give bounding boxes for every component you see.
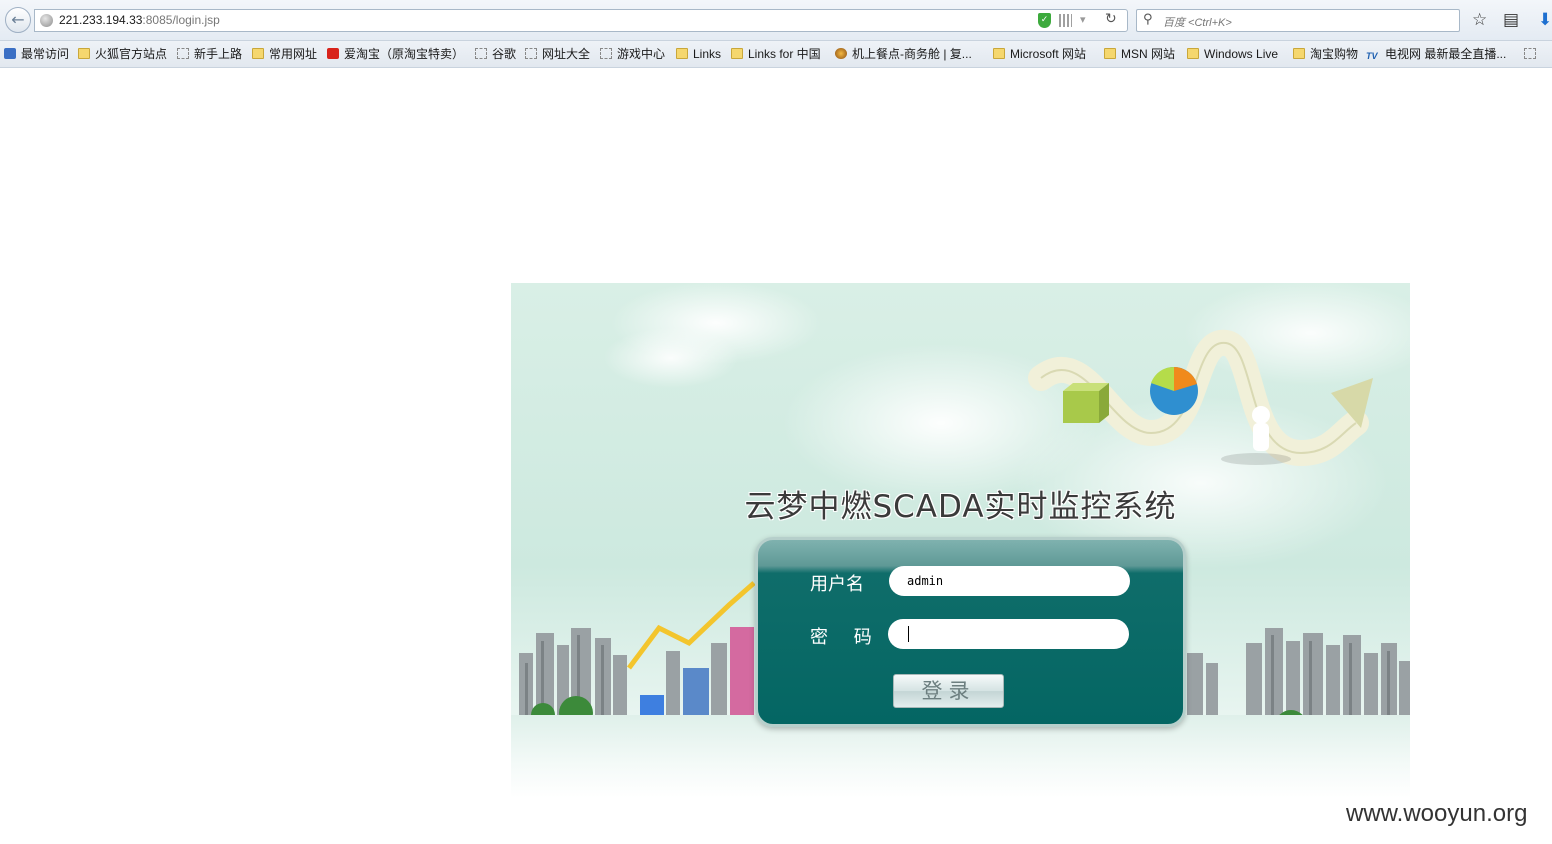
bookmark-item[interactable]: 最常访问 [4, 46, 69, 62]
folder-icon [1187, 48, 1199, 59]
folder-icon [676, 48, 688, 59]
bookmark-item[interactable]: 火狐官方站点 [78, 46, 167, 62]
bookmark-label: 爱淘宝（原淘宝特卖） [344, 47, 465, 61]
text-caret [908, 626, 909, 642]
password-label: 密 码 [810, 627, 882, 648]
security-shield-icon[interactable]: ✓ [1038, 13, 1051, 28]
downloads-icon[interactable]: ⬇ [1538, 9, 1552, 31]
orb-icon [835, 48, 847, 59]
username-label: 用户名 [810, 574, 864, 595]
bookmark-item[interactable]: Links for 中国 [731, 46, 821, 62]
url-text: 221.233.194.33:8085/login.jsp [59, 13, 220, 27]
bookmark-label: 最常访问 [21, 47, 70, 61]
bookmarks-toolbar: 最常访问 火狐官方站点 新手上路 常用网址 爱淘宝（原淘宝特卖） 谷歌 网址大全 游戏中心 Li… [0, 41, 1552, 68]
red-icon [327, 48, 339, 59]
watermark: www.wooyun.org [1346, 800, 1528, 827]
address-bar[interactable]: 221.233.194.33:8085/login.jsp ✓ ▾ ↻ [34, 9, 1128, 32]
folder-icon [993, 48, 1005, 59]
bookmark-label: 淘宝购物 [1310, 47, 1359, 61]
search-placeholder: 百度 <Ctrl+K> [1163, 17, 1232, 29]
bookmarks-menu-icon[interactable]: ▤ [1503, 9, 1519, 31]
bookmark-item[interactable]: 机上餐点-商务舱 | 复... [835, 46, 972, 62]
ribbon-graphic [1028, 330, 1373, 467]
folder-icon [731, 48, 743, 59]
bookmark-label: 火狐官方站点 [95, 47, 168, 61]
bookmark-star-icon[interactable]: ☆ [1472, 9, 1487, 31]
folder-icon [252, 48, 264, 59]
folder-icon [78, 48, 90, 59]
url-path: :8085/login.jsp [142, 13, 220, 27]
bookmark-label: 游戏中心 [617, 47, 666, 61]
blue-icon [4, 48, 16, 59]
login-background: 云梦中燃SCADA实时监控系统 用户名 密 码 登录 [511, 283, 1410, 798]
bookmark-label: Links [693, 47, 722, 61]
bookmark-item[interactable]: 爱淘宝（原淘宝特卖） [327, 46, 464, 62]
bookmark-item[interactable]: 常用网址 [252, 46, 317, 62]
bookmark-label: 常用网址 [269, 47, 318, 61]
search-bar[interactable]: ⚲ 百度 <Ctrl+K> [1136, 9, 1460, 32]
login-form: 用户名 密 码 登录 [755, 537, 1186, 727]
bookmark-item[interactable]: TV 电视网 最新最全直播... [1366, 46, 1506, 62]
site-identity-icon[interactable] [40, 14, 53, 27]
bookmark-label: 电视网 最新最全直播... [1385, 47, 1507, 61]
username-input[interactable] [889, 566, 1130, 596]
bookmark-item[interactable]: 游戏中心 [600, 46, 665, 62]
reload-icon[interactable]: ↻ [1105, 11, 1117, 27]
bookmark-label: MSN 网站 [1121, 47, 1176, 61]
bookmark-label: 机上餐点-商务舱 | 复... [852, 47, 972, 61]
bookmark-label: 网址大全 [542, 47, 591, 61]
bookmark-item[interactable]: Links [676, 46, 721, 62]
bookmark-label: Links for 中国 [748, 47, 821, 61]
page-icon [475, 48, 487, 59]
page-icon [600, 48, 612, 59]
bookmarks-overflow-icon[interactable] [1524, 46, 1541, 62]
back-arrow-icon: ← [11, 10, 25, 29]
bookmark-label: 新手上路 [194, 47, 243, 61]
bookmark-label: Windows Live [1204, 47, 1279, 61]
bookmark-item[interactable]: Microsoft 网站 [993, 46, 1086, 62]
folder-icon [1293, 48, 1305, 59]
back-button[interactable]: ← [5, 7, 31, 33]
folder-icon [1104, 48, 1116, 59]
tv-icon: TV [1366, 51, 1378, 61]
url-host: 221.233.194.33 [59, 13, 143, 27]
system-title: 云梦中燃SCADA实时监控系统 [744, 489, 1177, 525]
ground-reflection [511, 715, 1410, 798]
password-input[interactable] [888, 619, 1129, 649]
bookmark-item[interactable]: 谷歌 [475, 46, 516, 62]
bookmark-label: Microsoft 网站 [1010, 47, 1087, 61]
bookmark-item[interactable]: 网址大全 [525, 46, 590, 62]
browser-toolbar: ← 221.233.194.33:8085/login.jsp ✓ ▾ ↻ ⚲ … [0, 0, 1552, 41]
bookmark-item[interactable]: 淘宝购物 [1293, 46, 1358, 62]
bookmark-item[interactable]: MSN 网站 [1104, 46, 1175, 62]
page-icon [177, 48, 189, 59]
bookmark-label: 谷歌 [492, 47, 517, 61]
history-dropdown-icon[interactable]: ▾ [1080, 13, 1086, 26]
bookmark-item[interactable]: 新手上路 [177, 46, 242, 62]
bookmark-item[interactable]: Windows Live [1187, 46, 1278, 62]
qr-code-icon[interactable] [1059, 14, 1072, 27]
login-button[interactable]: 登录 [893, 674, 1004, 708]
page-icon [525, 48, 537, 59]
search-icon: ⚲ [1143, 12, 1153, 27]
